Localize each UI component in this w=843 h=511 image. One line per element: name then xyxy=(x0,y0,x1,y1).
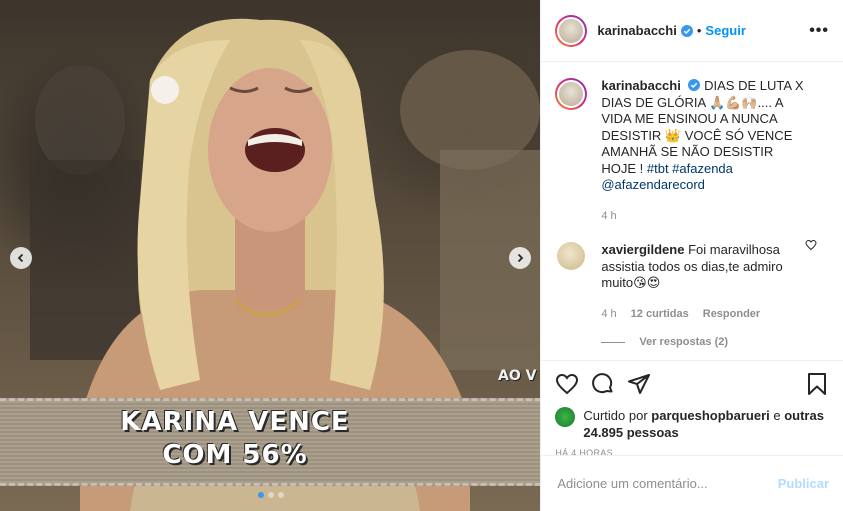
add-comment-bar: Publicar xyxy=(541,455,843,511)
publish-button[interactable]: Publicar xyxy=(778,476,829,491)
comment-author[interactable]: xaviergildene xyxy=(601,242,684,257)
author-username[interactable]: karinabacchi xyxy=(597,23,677,38)
post-media[interactable]: KARINA VENCE COM 56% AO V xyxy=(0,0,541,511)
view-replies-label: Ver respostas (2) xyxy=(639,336,729,348)
comment-button[interactable] xyxy=(591,372,615,396)
author-avatar[interactable] xyxy=(555,14,588,47)
like-button[interactable] xyxy=(555,372,579,396)
comment-row: xaviergildene Foi maravilhosa assistia t… xyxy=(555,224,829,322)
comment-likes[interactable]: 12 curtidas xyxy=(631,306,689,323)
post-header: karinabacchi • Seguir ••• xyxy=(541,0,843,62)
more-options-icon[interactable]: ••• xyxy=(809,22,829,40)
share-button[interactable] xyxy=(627,372,651,396)
caption-row: karinabacchi DIAS DE LUTA X DIAS DE GLÓR… xyxy=(555,62,829,224)
heart-icon xyxy=(805,239,817,251)
verified-badge-icon xyxy=(680,24,693,37)
comment-meta: 4 h 12 curtidas Responder xyxy=(601,306,811,323)
carousel-indicators xyxy=(258,492,284,498)
comments-section[interactable]: karinabacchi DIAS DE LUTA X DIAS DE GLÓR… xyxy=(541,62,843,360)
save-button[interactable] xyxy=(805,372,829,396)
tv-caption-line1: KARINA VENCE xyxy=(120,407,350,437)
likes-summary: Curtido por parqueshopbarueri e outras 2… xyxy=(555,407,829,441)
comment-time[interactable]: 4 h xyxy=(601,306,616,323)
post-actions: Curtido por parqueshopbarueri e outras 2… xyxy=(541,360,843,458)
avatar-image xyxy=(557,80,586,108)
separator-dot: • xyxy=(696,23,702,38)
replies-line xyxy=(601,341,626,343)
follow-button[interactable]: Seguir xyxy=(705,23,745,38)
view-replies-button[interactable]: Ver respostas (2) xyxy=(601,336,829,348)
comment-input[interactable] xyxy=(555,475,778,492)
heart-icon xyxy=(556,373,579,395)
caption-meta: 4 h xyxy=(601,208,811,225)
instagram-post: KARINA VENCE COM 56% AO V karinabacchi •… xyxy=(0,0,843,511)
likes-middle: e xyxy=(769,408,785,423)
verified-badge-icon xyxy=(688,79,701,91)
action-icons xyxy=(555,361,829,407)
carousel-dot-active xyxy=(258,492,264,498)
tv-caption-line2: COM 56% xyxy=(162,440,308,470)
likes-prefix: Curtido por xyxy=(583,408,652,423)
avatar-image xyxy=(557,16,586,45)
caption-time[interactable]: 4 h xyxy=(601,208,616,225)
paper-plane-icon xyxy=(628,374,651,394)
caption-author-avatar[interactable] xyxy=(555,78,588,110)
reply-button[interactable]: Responder xyxy=(703,306,760,323)
likes-text: Curtido por parqueshopbarueri e outras 2… xyxy=(583,407,829,441)
next-slide-button[interactable] xyxy=(509,247,531,269)
previous-slide-button[interactable] xyxy=(10,247,32,269)
liker-username[interactable]: parqueshopbarueri xyxy=(651,408,769,423)
carousel-dot xyxy=(268,492,274,498)
carousel-dot xyxy=(278,492,284,498)
chevron-right-icon xyxy=(517,253,524,263)
post-side-panel: karinabacchi • Seguir ••• karinabacchi D… xyxy=(540,0,843,511)
chevron-left-icon xyxy=(17,253,24,263)
comment-like-button[interactable] xyxy=(805,238,817,256)
comment-bubble-icon xyxy=(592,373,613,394)
comment-body: xaviergildene Foi maravilhosa assistia t… xyxy=(601,242,811,322)
bookmark-icon xyxy=(808,373,826,395)
commenter-avatar[interactable] xyxy=(557,242,586,270)
tv-caption: KARINA VENCE COM 56% xyxy=(0,406,470,472)
liker-avatar[interactable] xyxy=(555,407,576,427)
caption-body: karinabacchi DIAS DE LUTA X DIAS DE GLÓR… xyxy=(601,78,811,224)
tv-overlay-text: AO V xyxy=(498,368,537,384)
caption-author[interactable]: karinabacchi xyxy=(601,78,681,93)
